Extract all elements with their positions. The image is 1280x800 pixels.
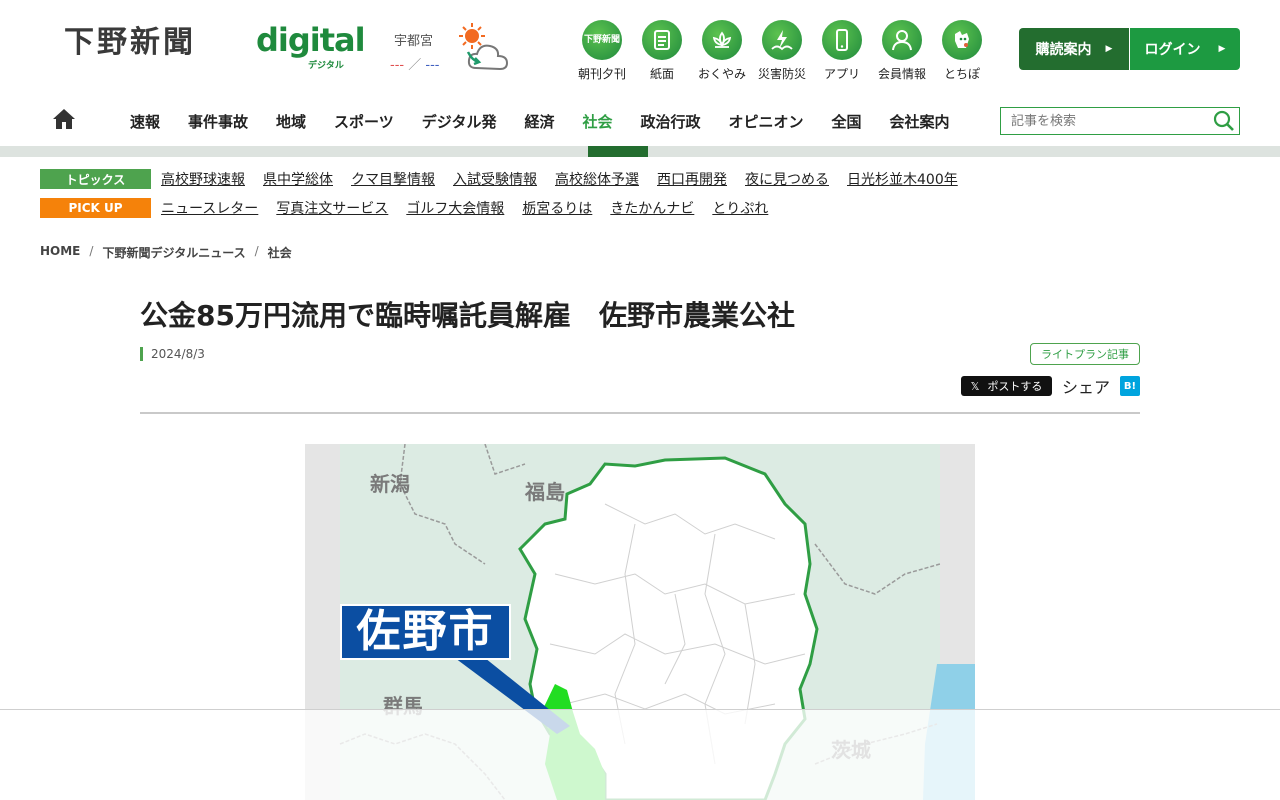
login-label: ログイン: [1144, 42, 1201, 58]
bottom-overlay-banner: [0, 709, 1280, 800]
quick-nav-label: とちぽ: [943, 67, 980, 81]
map-city-label: 佐野市: [340, 604, 511, 660]
logo-subtext: デジタル: [308, 61, 344, 71]
article-date: 2024/8/3: [140, 347, 205, 361]
topic-link[interactable]: 高校総体予選: [555, 169, 639, 189]
nav-item-incidents[interactable]: 事件事故: [174, 96, 262, 146]
nav-item-breaking[interactable]: 速報: [116, 96, 174, 146]
site-logo[interactable]: 下野新聞 digital デジタル: [64, 21, 366, 72]
smartphone-icon: [822, 20, 862, 60]
subscribe-button[interactable]: 購読案内 ▶: [1019, 28, 1129, 70]
nav-item-sports[interactable]: スポーツ: [320, 96, 408, 146]
nav-item-economy[interactable]: 経済: [510, 96, 568, 146]
article-divider: [140, 412, 1140, 414]
sun-cloud-icon: [459, 23, 509, 71]
pickup-link[interactable]: きたかんナビ: [610, 198, 694, 218]
pickup-link[interactable]: ニュースレター: [161, 198, 258, 218]
topic-link[interactable]: クマ目撃情報: [351, 169, 435, 189]
subscribe-label: 購読案内: [1035, 42, 1092, 58]
search-input[interactable]: [1001, 108, 1201, 134]
quick-nav-label: 会員情報: [877, 67, 926, 81]
account-buttons: 購読案内 ▶ ログイン ▶: [1019, 28, 1240, 70]
pickup-link[interactable]: とりぷれ: [712, 198, 768, 218]
map-label-fukushima: 福島: [525, 480, 565, 504]
quick-nav-obituary[interactable]: おくやみ: [692, 20, 752, 84]
paper-icon: [642, 20, 682, 60]
logo-text-en: digital: [256, 21, 366, 59]
home-icon[interactable]: [52, 108, 76, 130]
share-label[interactable]: シェア: [1062, 374, 1110, 398]
quick-nav-member[interactable]: 会員情報: [872, 20, 932, 84]
topic-link[interactable]: 夜に見つめる: [745, 169, 829, 189]
logo-text-ja: 下野新聞: [64, 25, 196, 60]
search-box: [1000, 107, 1240, 135]
breadcrumb-separator: /: [89, 244, 94, 258]
breadcrumb-news[interactable]: 下野新聞デジタルニュース: [102, 244, 245, 261]
pickup-row: PICK UP ニュースレター 写真注文サービス ゴルフ大会情報 栃宮るりは き…: [40, 197, 786, 219]
quick-nav-disaster[interactable]: 災害防災: [752, 20, 812, 84]
pickup-tag: PICK UP: [40, 198, 151, 218]
pickup-link[interactable]: 栃宮るりは: [522, 198, 592, 218]
quick-nav-label: 紙面: [649, 67, 674, 81]
topic-link[interactable]: 日光杉並木400年: [847, 169, 958, 189]
topics-row: トピックス 高校野球速報 県中学総体 クマ目撃情報 入試受験情報 高校総体予選 …: [40, 168, 976, 190]
quick-nav-app[interactable]: アプリ: [812, 20, 872, 84]
temp-separator: ／: [408, 58, 422, 73]
nav-item-digital[interactable]: デジタル発: [408, 96, 511, 146]
nav-item-politics[interactable]: 政治行政: [626, 96, 714, 146]
topic-link[interactable]: 県中学総体: [263, 169, 333, 189]
global-nav: 速報 事件事故 地域 スポーツ デジタル発 経済 社会 政治行政 オピニオン 全…: [0, 96, 1280, 146]
x-post-button[interactable]: 𝕏 ポストする: [961, 376, 1052, 396]
article-title: 公金85万円流用で臨時嘱託員解雇 佐野市農業公社: [140, 299, 795, 332]
quick-nav-paper[interactable]: 紙面: [632, 20, 692, 84]
nav-item-opinion[interactable]: オピニオン: [715, 96, 818, 146]
weather-widget[interactable]: 宇都宮 --- ／ ---: [388, 23, 518, 78]
nav-item-society[interactable]: 社会: [568, 96, 626, 146]
quick-nav-morning-evening[interactable]: 下野新聞 朝刊夕刊: [572, 20, 632, 84]
site-header: 下野新聞 digital デジタル 宇都宮 --- ／ --- 下野新聞 朝刊夕…: [0, 0, 1280, 96]
mascot-icon: [942, 20, 982, 60]
search-icon[interactable]: [1213, 110, 1235, 132]
nav-item-national[interactable]: 全国: [818, 96, 876, 146]
plan-badge: ライトプラン記事: [1030, 343, 1140, 365]
quick-nav-label: おくやみ: [697, 67, 746, 81]
quick-nav: 下野新聞 朝刊夕刊 紙面 おくやみ 災害防災 アプリ 会員情報 とちぽ: [572, 20, 992, 84]
hatena-bookmark-button[interactable]: B!: [1120, 376, 1141, 396]
quick-nav-label: 災害防災: [757, 67, 806, 81]
breadcrumb-separator: /: [254, 244, 259, 258]
quick-nav-label: アプリ: [823, 67, 860, 81]
topic-link[interactable]: 入試受験情報: [453, 169, 537, 189]
triangle-right-icon: ▶: [1218, 44, 1226, 54]
pickup-link[interactable]: 写真注文サービス: [276, 198, 388, 218]
x-post-label: ポストする: [987, 380, 1043, 393]
temp-high: ---: [390, 58, 405, 73]
map-label-niigata: 新潟: [370, 472, 410, 496]
topics-tag: トピックス: [40, 169, 151, 189]
login-button[interactable]: ログイン ▶: [1130, 28, 1240, 70]
newspaper-icon-text: 下野新聞: [583, 34, 620, 45]
weather-temperature: --- ／ ---: [390, 54, 439, 73]
temp-low: ---: [425, 58, 440, 73]
pickup-link[interactable]: ゴルフ大会情報: [406, 198, 504, 218]
triangle-right-icon: ▶: [1105, 44, 1113, 54]
quick-nav-tochipo[interactable]: とちぽ: [932, 20, 992, 84]
topic-link[interactable]: 高校野球速報: [161, 169, 245, 189]
disaster-icon: [762, 20, 802, 60]
quick-nav-label: 朝刊夕刊: [577, 67, 626, 81]
nav-items: 速報 事件事故 地域 スポーツ デジタル発 経済 社会 政治行政 オピニオン 全…: [116, 96, 964, 146]
nav-active-indicator: [588, 146, 648, 157]
lotus-icon: [702, 20, 742, 60]
topic-link[interactable]: 西口再開発: [657, 169, 727, 189]
x-logo-icon: 𝕏: [970, 379, 980, 393]
nav-item-company[interactable]: 会社案内: [876, 96, 964, 146]
breadcrumb-home[interactable]: HOME: [40, 244, 80, 261]
newspaper-icon: 下野新聞: [582, 20, 622, 60]
breadcrumb-current[interactable]: 社会: [268, 244, 292, 261]
breadcrumb: HOME / 下野新聞デジタルニュース / 社会: [40, 244, 292, 261]
weather-city: 宇都宮: [394, 34, 434, 49]
share-bar: 𝕏 ポストする シェア B!: [961, 374, 1141, 398]
nav-item-region[interactable]: 地域: [262, 96, 320, 146]
member-icon: [882, 20, 922, 60]
